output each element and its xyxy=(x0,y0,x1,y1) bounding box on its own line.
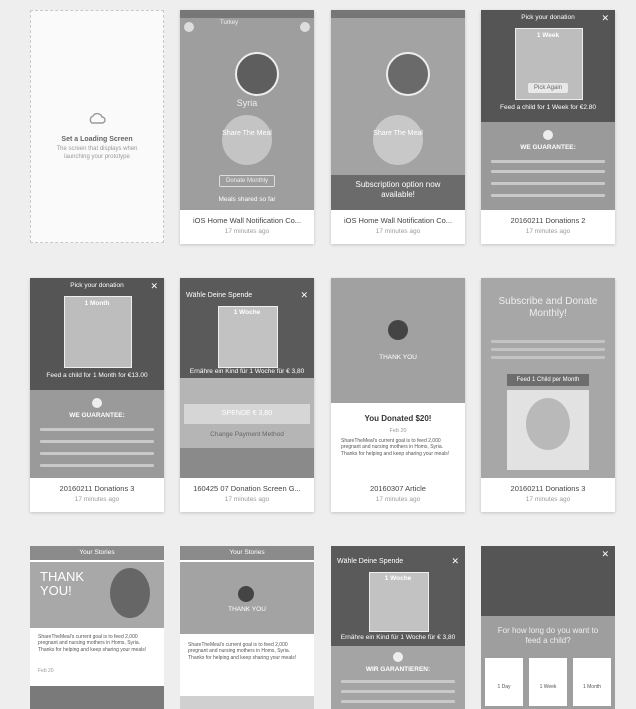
screen-time: 17 minutes ago xyxy=(224,496,270,503)
screen-time: 17 minutes ago xyxy=(375,228,421,235)
screen-card[interactable]: Turkey Syria Share The Meal Donate Month… xyxy=(180,10,314,244)
screen-card[interactable]: Your Stories THANK YOU! ShareTheMeal's c… xyxy=(30,546,164,709)
duration-question: For how long do you want to feed a child… xyxy=(497,626,599,645)
choose-donation-title: Wähle Deine Spende xyxy=(337,558,404,565)
logo-icon xyxy=(388,320,408,340)
screen-title: 20160211 Donations 2 xyxy=(510,216,586,225)
donate-button[interactable]: SPENDE € 3,80 xyxy=(184,404,310,424)
screen-title: iOS Home Wall Notification Co... xyxy=(192,216,302,225)
pick-donation-title: Pick your donation xyxy=(70,282,124,289)
menu-icon[interactable] xyxy=(184,22,194,32)
screen-title: 20160211 Donations 3 xyxy=(510,484,586,493)
screen-card[interactable]: Subscribe and Donate Monthly! Feed 1 Chi… xyxy=(481,278,615,512)
feed-line: Ernähre ein Kind für 1 Woche für € 3,80 xyxy=(189,368,305,375)
map-country: Turkey xyxy=(220,20,239,26)
option-day[interactable]: 1 Day xyxy=(485,684,523,690)
screen-title: 20160211 Donations 3 xyxy=(59,484,135,493)
donated-heading: You Donated $20! xyxy=(364,414,432,423)
period-label: 1 Month xyxy=(84,300,110,307)
screen-time: 17 minutes ago xyxy=(74,496,120,503)
placeholder-title: Set a Loading Screen xyxy=(61,136,133,143)
period-label: 1 Woche xyxy=(233,309,261,316)
thank-you-label: THANK YOU xyxy=(379,354,417,361)
period-label: 1 Week xyxy=(536,32,560,39)
story-body: ShareTheMeal's current goal is to feed 2… xyxy=(38,634,147,653)
loading-screen-placeholder[interactable]: Set a Loading Screen The screen that dis… xyxy=(30,10,164,243)
screen-card[interactable]: Pick your donation ✕ 1 Week Pick Again F… xyxy=(481,10,615,244)
guarantee-title: WE GUARANTEE: xyxy=(520,144,576,151)
option-month[interactable]: 1 Month xyxy=(573,684,611,690)
choose-donation-title: Wähle Deine Spende xyxy=(186,292,253,299)
child-photo xyxy=(526,398,570,450)
pick-donation-title: Pick your donation xyxy=(521,14,575,21)
screen-title: 20160307 Article xyxy=(370,484,426,493)
feed-text: Feed a child for 1 Week for €2.80 xyxy=(500,104,596,111)
thank-you-label: THANK YOU xyxy=(228,606,266,613)
close-icon[interactable]: ✕ xyxy=(150,281,158,292)
feed-monthly-button[interactable]: Feed 1 Child per Month xyxy=(507,374,589,386)
screen-card[interactable]: ✕ For how long do you want to feed a chi… xyxy=(481,546,615,709)
guarantee-title: WE GUARANTEE: xyxy=(69,412,125,419)
avatar xyxy=(235,52,279,96)
screen-title: 160425 07 Donation Screen G... xyxy=(193,484,301,493)
period-label: 1 Woche xyxy=(384,575,412,582)
story-body: ShareTheMeal's current goal is to feed 2… xyxy=(188,642,297,661)
profile-icon[interactable] xyxy=(300,22,310,32)
location-label: Syria xyxy=(236,98,258,108)
close-icon[interactable]: ✕ xyxy=(601,549,609,560)
screen-card[interactable]: THANK YOU You Donated $20! Feb 20 ShareT… xyxy=(331,278,465,512)
logo-icon xyxy=(238,586,254,602)
cloud-icon xyxy=(89,112,106,124)
screen-time: 17 minutes ago xyxy=(525,496,571,503)
screen-card[interactable]: Pick your donation ✕ 1 Month Feed a chil… xyxy=(30,278,164,512)
share-meal-button[interactable]: Share The Meal xyxy=(373,130,423,137)
screen-card[interactable]: Share The Meal Subscription option now a… xyxy=(331,10,465,244)
feed-line: Ernähre ein Kind für 1 Woche für € 3,80 xyxy=(340,634,456,641)
screen-card[interactable]: Your Stories THANK YOU ShareTheMeal's cu… xyxy=(180,546,314,709)
screen-card[interactable]: Wähle Deine Spende ✕ 1 Woche Ernähre ein… xyxy=(180,278,314,512)
donate-monthly-button[interactable]: Donate Monthly xyxy=(218,175,276,187)
pick-again-button[interactable]: Pick Again xyxy=(527,83,569,93)
screen-time: 17 minutes ago xyxy=(525,228,571,235)
article-body: ShareTheMeal's current goal is to feed 2… xyxy=(341,438,450,457)
meals-shared-label: Meals shared so far xyxy=(218,196,276,203)
subscribe-heading: Subscribe and Donate Monthly! xyxy=(498,296,598,319)
close-icon[interactable]: ✕ xyxy=(451,556,459,567)
shield-icon xyxy=(543,130,553,140)
avatar xyxy=(386,52,430,96)
screen-time: 17 minutes ago xyxy=(375,496,421,503)
placeholder-desc: The screen that displays when launching … xyxy=(56,146,138,160)
close-icon[interactable]: ✕ xyxy=(601,13,609,24)
shield-icon xyxy=(393,652,403,662)
subscription-banner: Subscription option now available! xyxy=(355,180,441,199)
story-date: Feb 20 xyxy=(38,668,54,674)
feed-text: Feed a child for 1 Month for €13.00 xyxy=(46,372,148,379)
screen-card[interactable]: Wähle Deine Spende ✕ 1 Woche Ernähre ein… xyxy=(331,546,465,709)
thank-you-label: THANK YOU! xyxy=(40,569,85,598)
change-payment-link[interactable]: Change Payment Method xyxy=(180,431,314,438)
stories-header: Your Stories xyxy=(30,546,164,560)
child-photo xyxy=(110,568,150,618)
screen-title: iOS Home Wall Notification Co... xyxy=(343,216,453,225)
close-icon[interactable]: ✕ xyxy=(300,290,308,301)
option-week[interactable]: 1 Week xyxy=(529,684,567,690)
shield-icon xyxy=(92,398,102,408)
stories-header: Your Stories xyxy=(180,546,314,560)
screen-time: 17 minutes ago xyxy=(224,228,270,235)
share-meal-button[interactable]: Share The Meal xyxy=(222,130,272,137)
guarantee-title: WIR GARANTIEREN: xyxy=(365,666,431,673)
article-date: Feb 20 xyxy=(389,428,407,434)
